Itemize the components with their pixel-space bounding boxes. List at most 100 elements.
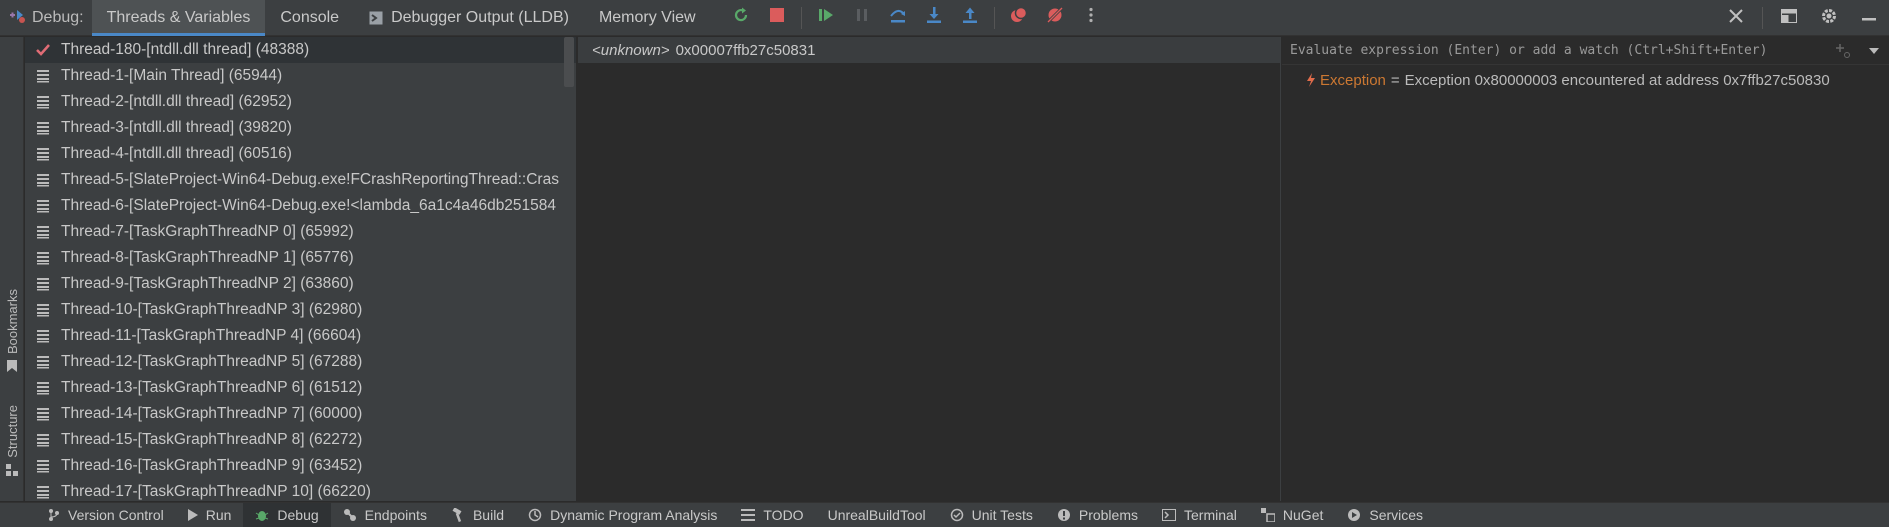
step-over-icon [889, 6, 907, 29]
thread-label: Thread-10-[TaskGraphThreadNP 3] (62980) [61, 301, 363, 318]
tool-tab-dynamic-program-analysis[interactable]: Dynamic Program Analysis [516, 503, 729, 527]
threads-list[interactable]: Thread-180-[ntdll.dll thread] (48388) Thr… [25, 37, 577, 501]
thread-icon [35, 94, 51, 110]
thread-row[interactable]: Thread-5-[SlateProject-Win64-Debug.exe!F… [25, 167, 576, 193]
thread-row[interactable]: Thread-13-[TaskGraphThreadNP 6] (61512) [25, 375, 576, 401]
more-actions-button[interactable] [1077, 4, 1105, 32]
layout-button[interactable] [1775, 4, 1803, 32]
thread-icon [35, 276, 51, 292]
thread-row[interactable]: Thread-7-[TaskGraphThreadNP 0] (65992) [25, 219, 576, 245]
settings-button[interactable] [1815, 4, 1843, 32]
nuget-icon [1260, 508, 1275, 522]
thread-label: Thread-9-[TaskGraphThreadNP 2] (63860) [61, 275, 354, 292]
thread-label: Thread-15-[TaskGraphThreadNP 8] (62272) [61, 431, 363, 448]
problems-icon [1057, 508, 1071, 522]
step-into-button[interactable] [920, 4, 948, 32]
tool-tab-version-control[interactable]: Version Control [36, 503, 176, 527]
tab-label: Console [280, 8, 340, 26]
tool-tab-label: TODO [763, 507, 804, 523]
tab-debugger-output[interactable]: Debugger Output (LLDB) [354, 0, 584, 36]
bug-icon [255, 508, 269, 522]
thread-icon [35, 406, 51, 422]
thread-icon [35, 458, 51, 474]
tool-tab-label: Version Control [68, 507, 164, 523]
debug-title-label: Debug: [32, 8, 84, 26]
tool-tab-label: Problems [1078, 507, 1138, 523]
tool-tab-run[interactable]: Run [176, 503, 244, 527]
frame-address: 0x00007ffb27c50831 [675, 41, 816, 59]
step-out-icon [961, 6, 979, 29]
bookmarks-tab[interactable]: Bookmarks [0, 289, 24, 375]
tool-tab-label: Services [1369, 507, 1424, 523]
close-button[interactable] [1722, 4, 1750, 32]
debug-toolbar: Debug: Threads & Variables Console Debug… [0, 0, 1889, 36]
tool-tab-label: Unit Tests [971, 507, 1033, 523]
thread-label: Thread-7-[TaskGraphThreadNP 0] (65992) [61, 223, 354, 240]
frame-function: <unknown> [592, 41, 670, 59]
thread-row[interactable]: Thread-12-[TaskGraphThreadNP 5] (67288) [25, 349, 576, 375]
branch-icon [48, 508, 60, 522]
resume-button[interactable] [812, 4, 840, 32]
tool-tab-endpoints[interactable]: Endpoints [331, 503, 439, 527]
tool-tab-terminal[interactable]: Terminal [1150, 503, 1249, 527]
thread-label: Thread-12-[TaskGraphThreadNP 5] (67288) [61, 353, 363, 370]
rerun-button[interactable] [727, 4, 755, 32]
evaluate-placeholder: Evaluate expression (Enter) or add a wat… [1290, 43, 1768, 58]
tool-tab-build[interactable]: Build [439, 503, 516, 527]
step-over-button[interactable] [884, 4, 912, 32]
thread-icon [35, 432, 51, 448]
thread-icon [35, 380, 51, 396]
structure-icon [6, 463, 18, 479]
thread-label: Thread-16-[TaskGraphThreadNP 9] (63452) [61, 457, 363, 474]
hide-button[interactable] [1855, 4, 1883, 32]
stop-button[interactable] [763, 4, 791, 32]
chevron-down-icon[interactable] [1869, 45, 1879, 60]
view-breakpoints-button[interactable] [1005, 4, 1033, 32]
tab-console[interactable]: Console [265, 0, 354, 36]
evaluate-expression-field[interactable]: Evaluate expression (Enter) or add a wat… [1282, 37, 1889, 65]
thread-row[interactable]: Thread-15-[TaskGraphThreadNP 8] (62272) [25, 427, 576, 453]
add-watch-icon[interactable] [1835, 43, 1851, 63]
threads-scrollbar[interactable] [564, 37, 574, 87]
thread-row[interactable]: Thread-2-[ntdll.dll thread] (62952) [25, 89, 576, 115]
debug-run-config-icon [8, 6, 26, 29]
frame-row[interactable]: <unknown> 0x00007ffb27c50831 [578, 37, 1280, 63]
thread-row[interactable]: Thread-17-[TaskGraphThreadNP 10] (66220) [25, 479, 576, 501]
thread-row[interactable]: Thread-4-[ntdll.dll thread] (60516) [25, 141, 576, 167]
mute-breakpoints-button[interactable] [1041, 4, 1069, 32]
tool-tab-label: Run [205, 507, 232, 523]
thread-row[interactable]: Thread-16-[TaskGraphThreadNP 9] (63452) [25, 453, 576, 479]
tab-threads-variables[interactable]: Threads & Variables [91, 0, 266, 36]
thread-row[interactable]: Thread-8-[TaskGraphThreadNP 1] (65776) [25, 245, 576, 271]
variable-row[interactable]: Exception = Exception 0x80000003 encount… [1282, 65, 1889, 95]
structure-tab[interactable]: Structure [0, 405, 24, 479]
pause-button[interactable] [848, 4, 876, 32]
frames-panel: <unknown> 0x00007ffb27c50831 [578, 37, 1281, 501]
tool-tab-nuget[interactable]: NuGet [1249, 503, 1335, 527]
minimize-icon [1862, 9, 1876, 27]
thread-label: Thread-5-[SlateProject-Win64-Debug.exe!F… [61, 171, 559, 188]
thread-row[interactable]: Thread-3-[ntdll.dll thread] (39820) [25, 115, 576, 141]
toolbar-separator [800, 6, 802, 29]
thread-label: Thread-180-[ntdll.dll thread] (48388) [61, 41, 310, 58]
current-thread-check-icon [35, 42, 51, 58]
step-out-button[interactable] [956, 4, 984, 32]
thread-row[interactable]: Thread-14-[TaskGraphThreadNP 7] (60000) [25, 401, 576, 427]
variables-panel: Evaluate expression (Enter) or add a wat… [1282, 37, 1889, 501]
tab-memory-view[interactable]: Memory View [584, 0, 711, 36]
thread-icon [35, 198, 51, 214]
thread-row[interactable]: Thread-1-[Main Thread] (65944) [25, 63, 576, 89]
tool-tab-debug[interactable]: Debug [243, 502, 331, 527]
tool-tab-services[interactable]: Services [1335, 503, 1435, 527]
thread-row[interactable]: Thread-9-[TaskGraphThreadNP 2] (63860) [25, 271, 576, 297]
tool-tab-todo[interactable]: TODO [729, 503, 815, 527]
endpoints-icon [343, 508, 357, 522]
tool-tab-unrealbuildtool[interactable]: UnrealBuildTool [816, 503, 938, 527]
thread-row[interactable]: Thread-180-[ntdll.dll thread] (48388) [25, 37, 576, 63]
tool-tab-problems[interactable]: Problems [1045, 503, 1150, 527]
thread-row[interactable]: Thread-10-[TaskGraphThreadNP 3] (62980) [25, 297, 576, 323]
thread-row[interactable]: Thread-11-[TaskGraphThreadNP 4] (66604) [25, 323, 576, 349]
thread-row[interactable]: Thread-6-[SlateProject-Win64-Debug.exe!<… [25, 193, 576, 219]
tool-tab-unit-tests[interactable]: Unit Tests [938, 503, 1045, 527]
debug-tool-window: Debug: Threads & Variables Console Debug… [0, 0, 1889, 527]
